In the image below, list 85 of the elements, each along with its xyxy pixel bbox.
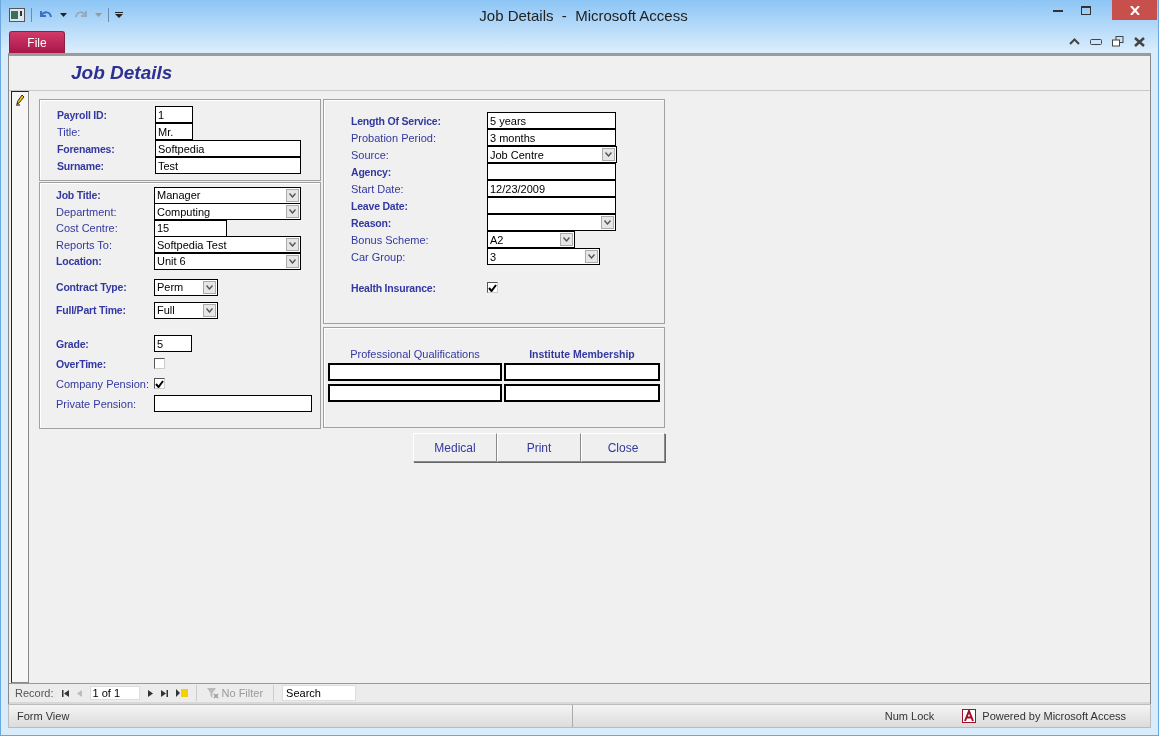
combo-box[interactable]: Perm bbox=[154, 278, 218, 296]
field-label: Payroll ID: bbox=[57, 108, 108, 121]
filter-icon bbox=[206, 687, 219, 699]
text-field[interactable]: Mr. bbox=[155, 123, 193, 140]
close-icon[interactable] bbox=[1134, 36, 1145, 47]
text-field[interactable] bbox=[154, 395, 312, 412]
field-label: Grade: bbox=[56, 337, 90, 350]
text-field[interactable]: 5 bbox=[154, 335, 192, 352]
text-field[interactable] bbox=[328, 384, 502, 402]
column-heading: Professional Qualifications bbox=[349, 348, 481, 360]
text-field[interactable] bbox=[504, 384, 660, 402]
access-logo-icon bbox=[962, 709, 977, 723]
powered-by-text: Powered by Microsoft Access bbox=[982, 710, 1126, 722]
field-label: Reason: bbox=[351, 216, 393, 229]
field-label: Full/Part Time: bbox=[56, 304, 127, 316]
combo-box[interactable]: Job Centre bbox=[487, 146, 617, 163]
combo-box[interactable]: 3 bbox=[487, 248, 600, 265]
field-label: Private Pension: bbox=[56, 397, 138, 410]
next-record-icon[interactable] bbox=[147, 689, 153, 697]
combo-box[interactable]: Full bbox=[154, 301, 218, 319]
field-label: Health Insurance: bbox=[351, 281, 437, 294]
window-title: Job Details - Microsoft Access bbox=[479, 6, 688, 24]
minimize-icon[interactable] bbox=[1090, 38, 1102, 45]
checkbox[interactable] bbox=[487, 282, 498, 293]
app-icon[interactable] bbox=[9, 8, 25, 22]
field-label: Forenames: bbox=[57, 142, 116, 155]
combo-box[interactable]: Softpedia Test bbox=[154, 236, 301, 254]
combo-box[interactable]: Computing bbox=[154, 203, 301, 221]
text-field[interactable]: 5 years bbox=[487, 112, 616, 129]
text-field[interactable] bbox=[487, 163, 616, 180]
form-title: Job Details bbox=[71, 62, 173, 84]
record-selector[interactable] bbox=[11, 91, 29, 683]
caret-icon[interactable] bbox=[60, 13, 67, 17]
checkbox[interactable] bbox=[154, 358, 165, 369]
search-field[interactable]: Search bbox=[282, 685, 357, 701]
field-label: Company Pension: bbox=[56, 377, 150, 390]
column-heading: Institute Membership bbox=[528, 348, 636, 360]
text-field[interactable]: Test bbox=[155, 157, 301, 174]
collapse-ribbon-icon[interactable] bbox=[1069, 38, 1080, 45]
text-field[interactable]: Softpedia bbox=[155, 140, 301, 157]
record-position-field[interactable]: 1 of 1 bbox=[89, 686, 140, 700]
pencil-icon bbox=[15, 94, 25, 106]
field-label: Title: bbox=[57, 125, 82, 138]
field-label: Contract Type: bbox=[56, 281, 128, 293]
customize-icon[interactable] bbox=[115, 12, 123, 18]
field-label: Department: bbox=[56, 205, 118, 218]
combo-box[interactable] bbox=[487, 214, 616, 231]
combo-box[interactable]: A2 bbox=[487, 231, 575, 248]
field-label: Leave Date: bbox=[351, 199, 409, 212]
field-label: Agency: bbox=[351, 165, 393, 178]
field-label: Probation Period: bbox=[351, 131, 437, 144]
field-label: Start Date: bbox=[351, 182, 405, 195]
text-field[interactable] bbox=[328, 363, 502, 381]
view-status: Form View bbox=[17, 710, 70, 722]
text-field[interactable] bbox=[487, 197, 616, 214]
text-field[interactable] bbox=[504, 363, 660, 381]
field-label: Job Title: bbox=[56, 189, 102, 202]
field-label: Car Group: bbox=[351, 250, 407, 263]
text-field[interactable]: 1 bbox=[155, 106, 193, 123]
field-label: OverTime: bbox=[56, 357, 107, 370]
form-button[interactable]: Print bbox=[497, 433, 581, 462]
close-icon bbox=[1129, 5, 1140, 15]
text-field[interactable]: 12/23/2009 bbox=[487, 180, 616, 197]
field-label: Cost Centre: bbox=[56, 222, 119, 235]
record-label: Record: bbox=[15, 687, 54, 699]
restore-icon[interactable] bbox=[1112, 36, 1124, 47]
field-label: Source: bbox=[351, 148, 390, 161]
field-label: Location: bbox=[56, 255, 103, 268]
first-record-icon[interactable] bbox=[61, 689, 69, 697]
field-label: Surname: bbox=[57, 159, 105, 172]
last-record-icon[interactable] bbox=[160, 689, 168, 697]
checkbox[interactable] bbox=[154, 378, 165, 389]
combo-box[interactable]: Manager bbox=[154, 186, 301, 204]
new-record-icon[interactable] bbox=[175, 689, 188, 697]
field-label: Bonus Scheme: bbox=[351, 233, 430, 246]
close-button[interactable] bbox=[1112, 0, 1157, 20]
field-label: Length Of Service: bbox=[351, 114, 442, 127]
file-tab[interactable]: File bbox=[9, 31, 65, 53]
maximize-icon bbox=[1081, 5, 1091, 15]
minimize-icon bbox=[1053, 8, 1063, 12]
num-lock-status: Num Lock bbox=[884, 710, 935, 722]
form-button[interactable]: Medical bbox=[413, 433, 497, 462]
text-field[interactable]: 3 months bbox=[487, 129, 616, 146]
field-label: Reports To: bbox=[56, 238, 114, 251]
form-button[interactable]: Close bbox=[581, 433, 665, 462]
